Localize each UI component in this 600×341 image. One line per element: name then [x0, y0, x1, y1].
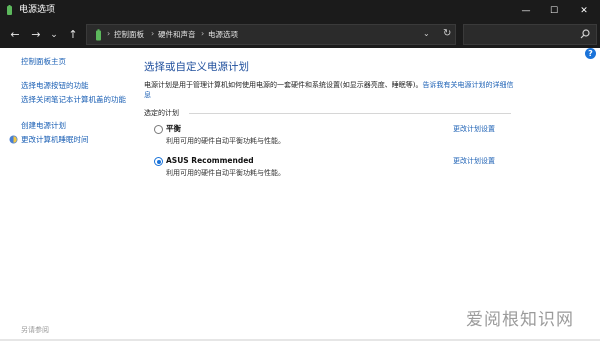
page-title: 选择或自定义电源计划: [144, 61, 249, 73]
chevron-right-icon: ›: [201, 29, 205, 38]
breadcrumb-hardware-sound[interactable]: 硬件和声音: [158, 30, 196, 40]
battery-icon: [96, 29, 101, 41]
refresh-icon[interactable]: ↻: [443, 28, 451, 39]
chevron-right-icon: ›: [151, 29, 155, 38]
watermark: 爱阅根知识网: [466, 310, 574, 330]
page-description: 电源计划是用于管理计算机如何使用电源的一套硬件和系统设置(如显示器亮度、睡眠等)…: [144, 80, 516, 100]
breadcrumb-power-options[interactable]: 电源选项: [208, 30, 238, 40]
plan-balanced-radio[interactable]: [154, 125, 163, 134]
back-button[interactable]: ←: [6, 26, 24, 43]
sidebar-item-power-buttons[interactable]: 选择电源按钮的功能: [21, 81, 89, 91]
section-divider: [189, 113, 511, 114]
plan-balanced-description: 利用可用的硬件自动平衡功耗与性能。: [166, 137, 285, 145]
sidebar-item-sleep-time[interactable]: 更改计算机睡眠时间: [21, 135, 89, 145]
minimize-button[interactable]: —: [511, 0, 541, 21]
up-button[interactable]: ↑: [64, 26, 82, 43]
power-options-window: 电源选项 — ☐ ✕ ← → ⌄ ↑ › 控制面板 › 硬件和声音 › 电源选项…: [0, 0, 600, 341]
window-title: 电源选项: [19, 5, 56, 15]
plan-balanced-change-settings-link[interactable]: 更改计划设置: [453, 124, 495, 134]
chevron-right-icon: ›: [107, 29, 111, 38]
description-text: 电源计划是用于管理计算机如何使用电源的一套硬件和系统设置(如显示器亮度、睡眠等)…: [144, 81, 423, 89]
navigation-bar: ← → ⌄ ↑ › 控制面板 › 硬件和声音 › 电源选项 ⌄ ↻: [0, 21, 600, 48]
sidebar-item-control-panel-home[interactable]: 控制面板主页: [21, 57, 66, 67]
breadcrumb-control-panel[interactable]: 控制面板: [114, 30, 144, 40]
see-also-label: 另请参阅: [21, 326, 49, 334]
plan-asus-change-settings-link[interactable]: 更改计划设置: [453, 156, 495, 166]
battery-icon: [7, 5, 12, 15]
chevron-down-icon[interactable]: ⌄: [423, 29, 430, 38]
plan-asus-name[interactable]: ASUS Recommended: [166, 156, 254, 166]
recent-locations-button[interactable]: ⌄: [45, 26, 63, 43]
sidebar-item-lid-close[interactable]: 选择关闭笔记本计算机盖的功能: [21, 95, 129, 105]
search-icon: [580, 29, 590, 39]
selected-plan-label: 选定的计划: [144, 109, 179, 117]
plan-asus-description: 利用可用的硬件自动平衡功耗与性能。: [166, 169, 285, 177]
forward-button[interactable]: →: [27, 26, 45, 43]
sidebar-item-create-plan[interactable]: 创建电源计划: [21, 121, 66, 131]
close-button[interactable]: ✕: [569, 0, 599, 21]
help-icon[interactable]: ?: [585, 48, 596, 59]
sleep-settings-icon: [9, 135, 18, 144]
address-bar[interactable]: › 控制面板 › 硬件和声音 › 电源选项 ⌄ ↻: [86, 24, 456, 45]
plan-balanced-name[interactable]: 平衡: [166, 124, 181, 134]
title-bar: 电源选项 — ☐ ✕: [0, 0, 600, 21]
plan-asus-radio[interactable]: [154, 157, 163, 166]
maximize-button[interactable]: ☐: [539, 0, 569, 21]
search-input[interactable]: [463, 24, 597, 45]
